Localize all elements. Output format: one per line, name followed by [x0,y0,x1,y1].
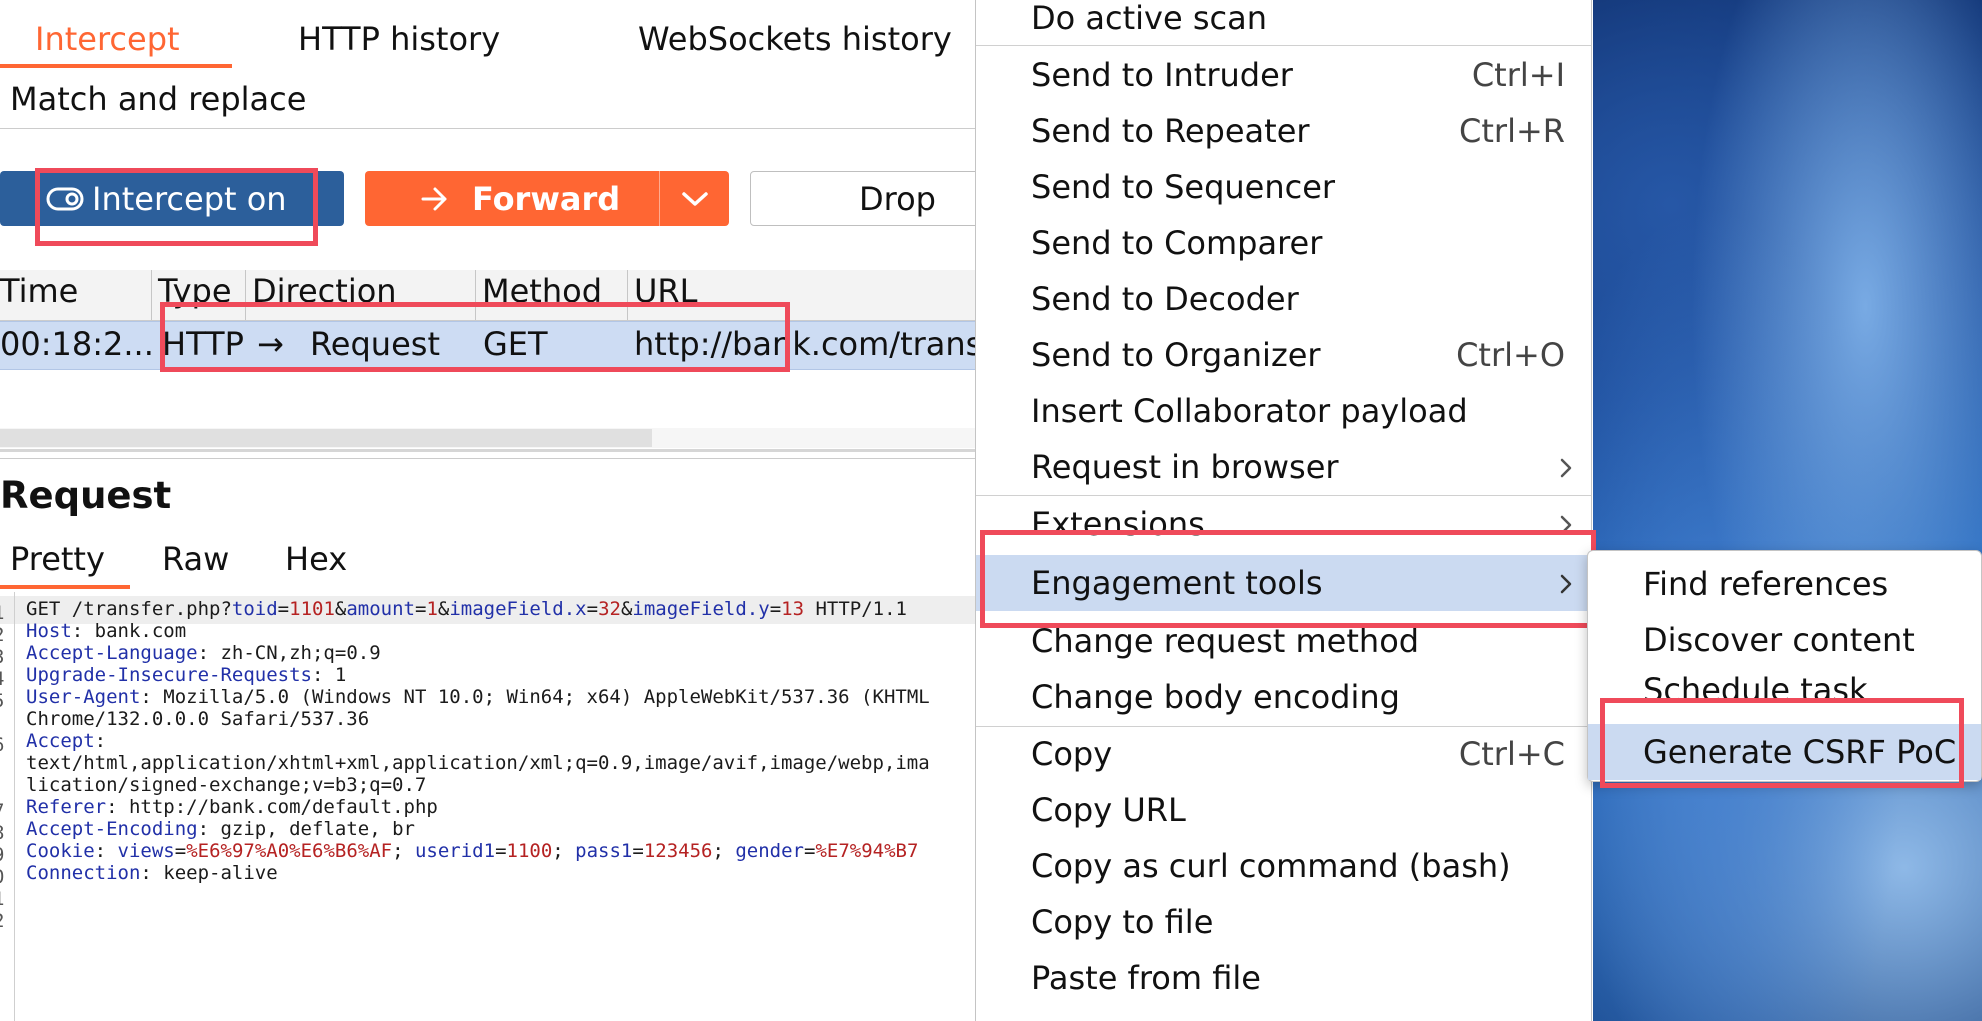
menu-item-send-to-sequencer[interactable]: Send to Sequencer [976,159,1593,215]
header-line: text/html,application/xhtml+xml,applicat… [26,752,930,774]
menu-item-copy-to-file[interactable]: Copy to file [976,894,1593,950]
menu-separator [976,45,1591,46]
menu-item-copy[interactable]: Copy Ctrl+C [976,726,1593,782]
tab-hex[interactable]: Hex [285,540,347,578]
request-title: Request [0,474,172,517]
highlight-request-row [160,302,790,372]
tab-match-and-replace[interactable]: Match and replace [10,80,306,118]
line-number: 7 [0,800,4,822]
header-line: Connection: keep-alive [26,862,278,884]
menu-item-copy-as-curl[interactable]: Copy as curl command (bash) [976,838,1593,894]
line-number: 2 [0,910,4,932]
arrow-right-icon [421,187,447,210]
line-number: 3 [0,646,4,668]
tab-websockets-history[interactable]: WebSockets history [638,20,952,58]
menu-item-do-active-scan[interactable]: Do active scan [976,0,1593,46]
header-line: User-Agent: Mozilla/5.0 (Windows NT 10.0… [26,686,930,708]
header-line: Accept: [26,730,107,752]
chevron-right-icon [1560,458,1572,478]
scrollbar-thumb[interactable] [0,429,652,447]
menu-item-send-to-organizer[interactable]: Send to Organizer Ctrl+O [976,327,1593,383]
line-number: 9 [0,844,4,866]
line-number: 1 [0,888,4,910]
row-time: 00:18:2... [0,325,154,363]
gutter-divider [14,592,15,1021]
header-line: Chrome/132.0.0.0 Safari/537.36 [26,708,370,730]
chevron-down-icon [681,191,708,206]
column-header-time[interactable]: Time [0,272,78,310]
header-line: lication/signed-exchange;v=b3;q=0.7 [26,774,427,796]
menu-item-send-to-decoder[interactable]: Send to Decoder [976,271,1593,327]
request-line: GET /transfer.php?toid=1101&amount=1&ima… [26,598,907,620]
drop-button[interactable]: Drop [750,171,975,226]
menu-item-change-body-encoding[interactable]: Change body encoding [976,669,1593,725]
header-line: Referer: http://bank.com/default.php [26,796,438,818]
line-number: 6 [0,734,4,756]
line-number: 0 [0,866,4,888]
highlight-generate-csrf-poc [1600,698,1964,788]
menu-item-send-to-intruder[interactable]: Send to Intruder Ctrl+I [976,47,1593,103]
line-number: 1 [0,602,4,624]
tab-http-history[interactable]: HTTP history [298,20,500,58]
request-editor[interactable]: 1 2 3 4 5 6 7 8 9 0 1 2 GET /transfer.ph… [0,592,975,1021]
tabs-divider [0,128,975,129]
submenu-item-discover-content[interactable]: Discover content [1588,612,1981,668]
highlight-engagement-tools [980,530,1596,628]
context-menu: Do active scan Send to Intruder Ctrl+I Se… [975,0,1596,1021]
line-number: 2 [0,624,4,646]
line-number: 4 [0,668,4,690]
divider [0,458,975,459]
drop-button-label: Drop [859,179,936,218]
forward-button[interactable]: Forward [365,171,659,226]
pane-splitter[interactable] [0,449,975,452]
header-line: Accept-Encoding: gzip, deflate, br [26,818,415,840]
line-number: 8 [0,822,4,844]
proxy-pane: Intercept HTTP history WebSockets histor… [0,0,975,1021]
cookie-line: Cookie: views=%E6%97%A0%E6%B6%AF; userid… [26,840,919,862]
tab-raw[interactable]: Raw [162,540,229,578]
forward-button-label: Forward [472,179,621,218]
tab-intercept[interactable]: Intercept [35,20,180,58]
menu-item-paste-from-file[interactable]: Paste from file [976,950,1593,1006]
highlight-intercept-button [35,168,318,246]
header-line: Host: bank.com [26,620,187,642]
line-number: 5 [0,690,4,712]
desktop-wallpaper [1593,0,1982,1021]
menu-item-send-to-comparer[interactable]: Send to Comparer [976,215,1593,271]
menu-item-insert-collaborator-payload[interactable]: Insert Collaborator payload [976,383,1593,439]
header-line: Accept-Language: zh-CN,zh;q=0.9 [26,642,381,664]
column-separator [151,270,152,320]
submenu-item-find-references[interactable]: Find references [1588,556,1981,612]
menu-item-copy-url[interactable]: Copy URL [976,782,1593,838]
tab-pretty[interactable]: Pretty [10,540,105,578]
menu-item-send-to-repeater[interactable]: Send to Repeater Ctrl+R [976,103,1593,159]
header-line: Upgrade-Insecure-Requests: 1 [26,664,347,686]
active-tab-indicator [0,585,130,589]
forward-dropdown-button[interactable] [659,171,729,226]
menu-item-request-in-browser[interactable]: Request in browser [976,439,1593,495]
active-tab-indicator [0,64,232,68]
